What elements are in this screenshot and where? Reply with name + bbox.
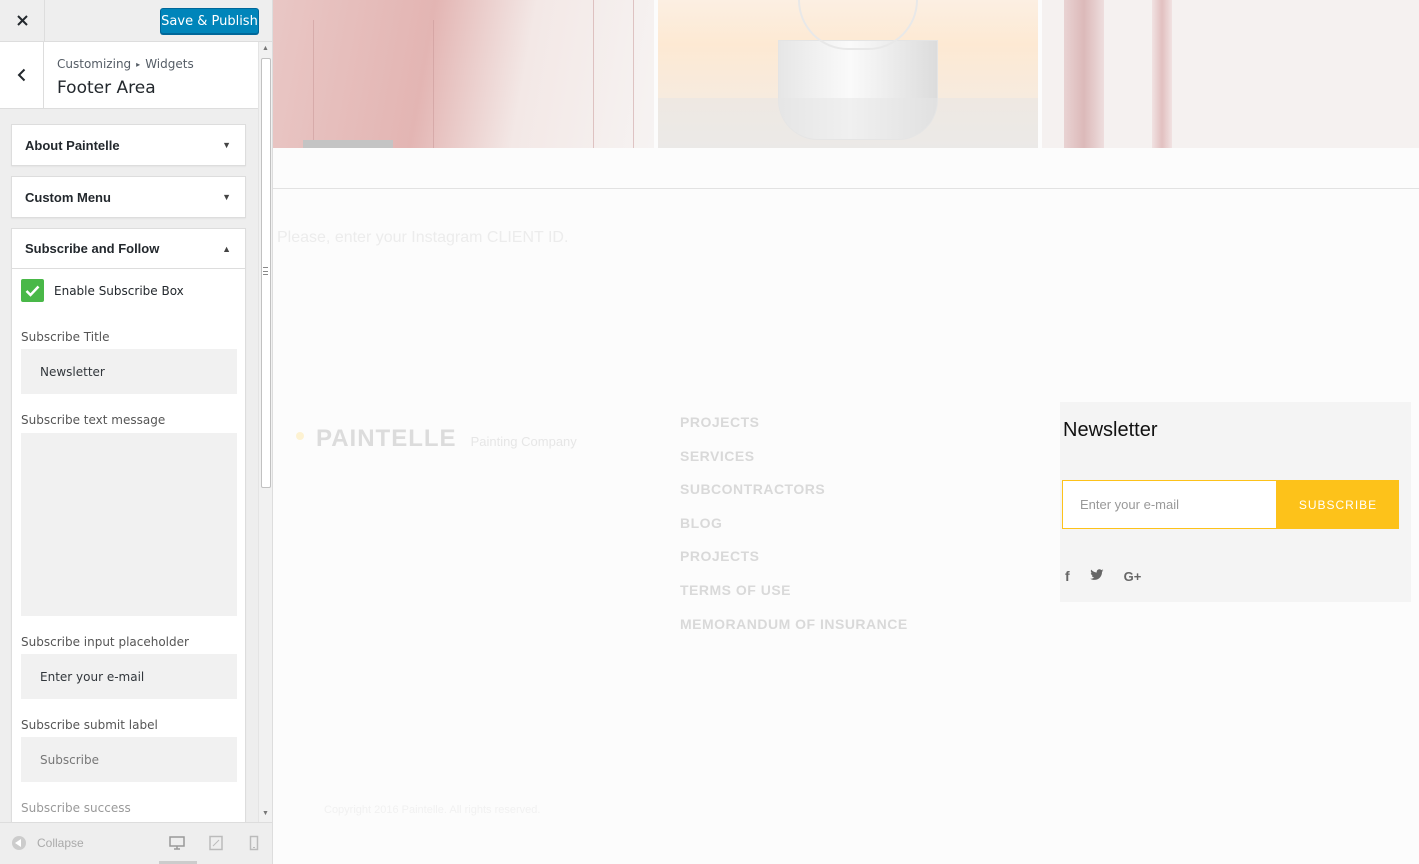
subscribe-title-input[interactable]: Newsletter [21,349,237,394]
preview-tablet-button[interactable] [208,835,228,853]
enable-subscribe-label: Enable Subscribe Box [54,283,184,298]
subscribe-placeholder-input[interactable]: Enter your e-mail [21,654,237,699]
scroll-down-icon[interactable]: ▼ [262,810,269,817]
save-publish-button[interactable]: Save & Publish [160,8,259,34]
widget-toggle-subscribe[interactable]: Subscribe and Follow ▲ [12,229,245,269]
footer-menu-item[interactable]: TERMS OF USE [680,582,908,616]
collapse-icon [12,836,26,850]
gallery-image-painted-wall[interactable] [273,0,654,148]
gallery-image-paint-bucket[interactable] [658,0,1038,148]
widget-subscribe-follow: Subscribe and Follow ▲ Enable Subscribe … [11,228,246,822]
breadcrumb: Customizing ▸ Widgets [57,57,194,71]
checkmark-icon [25,285,40,297]
customizer-header: Save & Publish [0,0,272,42]
logo-tagline: Painting Company [470,434,577,449]
footer-menu-item[interactable]: BLOG [680,515,908,549]
site-logo[interactable]: PAINTELLE Painting Company [296,425,577,453]
customizer-footer: Collapse [0,822,272,864]
social-links: f G+ [1063,568,1141,584]
google-plus-icon[interactable]: G+ [1124,569,1142,584]
widget-about-paintelle: About Paintelle ▼ [11,124,246,166]
subscribe-text-label: Subscribe text message [21,413,166,427]
subscribe-submit-label: Subscribe submit label [21,718,158,732]
breadcrumb-current: Widgets [145,57,194,71]
copyright-text: Copyright 2016 Paintelle. All rights res… [324,804,541,816]
newsletter-email-input[interactable]: Enter your e-mail [1062,480,1277,529]
footer-menu-item[interactable]: MEMORANDUM OF INSURANCE [680,616,908,650]
desktop-icon [169,836,185,850]
gallery-image-curtain[interactable] [1042,0,1419,148]
widget-toggle-about[interactable]: About Paintelle ▼ [12,125,245,165]
mobile-icon [249,835,259,851]
widget-title: Subscribe and Follow [25,241,160,256]
newsletter-title: Newsletter [1063,419,1158,441]
close-icon [16,15,28,26]
collapse-label: Collapse [37,836,84,850]
customizer-sidebar: Save & Publish Customizing ▸ Widgets Foote… [0,0,273,864]
footer-menu-item[interactable]: PROJECTS [680,548,908,582]
instagram-notice: Please, enter your Instagram CLIENT ID. [277,229,569,246]
widget-toggle-custom-menu[interactable]: Custom Menu ▼ [12,177,245,217]
subscribe-placeholder-label: Subscribe input placeholder [21,635,189,649]
section-divider [273,188,1419,189]
logo-dot-icon [296,432,304,440]
preview-desktop-button[interactable] [159,835,197,864]
enable-subscribe-checkbox[interactable] [21,279,44,302]
section-title: Footer Area [57,78,156,98]
site-preview: Please, enter your Instagram CLIENT ID. … [273,0,1419,864]
footer-menu: PROJECTS SERVICES SUBCONTRACTORS BLOG PR… [680,414,908,649]
newsletter-subscribe-button[interactable]: SUBSCRIBE [1277,480,1399,529]
logo-name: PAINTELLE [316,425,457,452]
enable-subscribe-field: Enable Subscribe Box [21,279,184,302]
close-customizer-button[interactable] [0,0,45,41]
subscribe-text-textarea[interactable] [21,433,237,616]
scrollbar-grip-icon [263,267,268,275]
customizer-panel: Customizing ▸ Widgets Footer Area About Pa… [0,42,258,822]
chevron-left-icon [17,68,26,82]
breadcrumb-root: Customizing [57,57,132,71]
footer-menu-item[interactable]: PROJECTS [680,414,908,448]
footer-menu-item[interactable]: SUBCONTRACTORS [680,481,908,515]
twitter-icon[interactable] [1089,568,1104,584]
preview-mobile-button[interactable] [248,835,268,853]
widget-custom-menu: Custom Menu ▼ [11,176,246,218]
scroll-up-icon[interactable]: ▲ [262,45,269,52]
section-header: Customizing ▸ Widgets Footer Area [0,42,258,109]
subscribe-submit-input[interactable]: Subscribe [21,737,237,782]
back-button[interactable] [0,42,44,108]
facebook-icon[interactable]: f [1065,568,1070,584]
breadcrumb-separator: ▸ [136,60,141,69]
newsletter-widget: Newsletter Enter your e-mail SUBSCRIBE f… [1060,402,1411,602]
caret-down-icon: ▼ [222,192,231,202]
caret-up-icon: ▲ [222,243,231,254]
footer-menu-item[interactable]: SERVICES [680,448,908,482]
sidebar-scrollbar[interactable]: ▲ ▼ [258,42,272,822]
subscribe-success-label: Subscribe success [21,801,131,815]
widget-title: Custom Menu [25,189,111,205]
subscribe-title-label: Subscribe Title [21,330,110,344]
caret-down-icon: ▼ [222,140,231,150]
tablet-icon [209,835,223,851]
widget-title: About Paintelle [25,137,120,153]
collapse-button[interactable]: Collapse [12,836,84,850]
